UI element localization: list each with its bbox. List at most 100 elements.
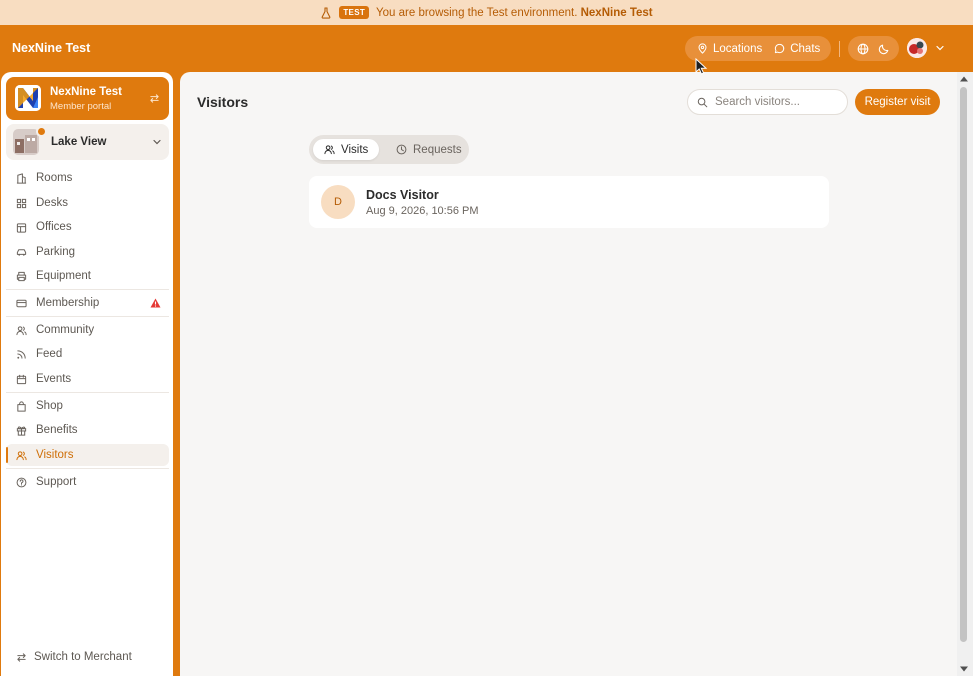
- location-photo-icon: [13, 129, 39, 155]
- sidebar-item-label: Shop: [36, 400, 63, 412]
- scroll-up-arrow-icon[interactable]: [959, 75, 969, 83]
- calendar-icon: [16, 374, 27, 384]
- building-icon: [16, 172, 27, 184]
- chats-button[interactable]: Chats: [772, 43, 822, 55]
- topbar-icon-group: [848, 36, 899, 61]
- grid-icon: [16, 198, 27, 208]
- sidebar-item-membership[interactable]: Membership: [6, 292, 169, 314]
- sidebar-item-shop[interactable]: Shop: [6, 395, 169, 417]
- flask-icon: [321, 6, 331, 19]
- visit-card[interactable]: D Docs Visitor Aug 9, 2026, 10:56 PM: [309, 176, 829, 228]
- org-card[interactable]: NexNine Test Member portal: [6, 77, 169, 120]
- switch-arrows-icon: [17, 652, 26, 662]
- sidebar-item-rooms[interactable]: Rooms: [6, 167, 169, 189]
- org-name: NexNine Test: [50, 86, 123, 98]
- rss-icon: [17, 349, 26, 359]
- sidebar-item-label: Support: [36, 476, 77, 488]
- location-selector[interactable]: Lake View: [6, 124, 169, 160]
- sidebar-item-label: Community: [36, 324, 95, 336]
- visitors-icon: [324, 145, 335, 155]
- sidebar-item-parking[interactable]: Parking: [6, 241, 169, 263]
- visitor-avatar: D: [321, 185, 355, 219]
- sidebar-item-label: Visitors: [36, 449, 74, 461]
- sidebar-item-label: Membership: [36, 297, 100, 309]
- mouse-cursor-icon: [695, 58, 708, 75]
- sidebar-item-label: Desks: [36, 197, 68, 209]
- main-content: Visitors Register visit Visits Requests …: [180, 72, 968, 676]
- sidebar: NexNine Test Member portal Lake View Roo…: [1, 72, 173, 676]
- brand-name[interactable]: NexNine Test: [12, 41, 90, 55]
- avatar[interactable]: [907, 38, 927, 58]
- tab-requests[interactable]: Requests: [385, 139, 473, 160]
- location-name: Lake View: [51, 136, 107, 148]
- sidebar-item-visitors[interactable]: Visitors: [6, 444, 169, 466]
- sidebar-item-label: Equipment: [36, 270, 91, 282]
- sidebar-divider: [6, 392, 169, 393]
- register-visit-button[interactable]: Register visit: [855, 89, 940, 115]
- tab-label: Requests: [413, 143, 462, 156]
- tab-label: Visits: [341, 143, 369, 156]
- bag-icon: [17, 400, 26, 412]
- sidebar-divider: [6, 289, 169, 290]
- banner-message: You are browsing the Test environment. N…: [376, 6, 653, 19]
- sidebar-item-label: Offices: [36, 221, 72, 233]
- sidebar-item-label: Rooms: [36, 172, 73, 184]
- sidebar-item-benefits[interactable]: Benefits: [6, 419, 169, 441]
- chevron-down-icon: [153, 139, 161, 145]
- clock-icon: [396, 144, 407, 155]
- test-environment-banner: TEST You are browsing the Test environme…: [0, 0, 973, 25]
- chat-bubble-icon: [775, 43, 785, 54]
- help-icon: [16, 477, 27, 487]
- locations-button[interactable]: Locations: [695, 43, 764, 55]
- visitor-tabs: Visits Requests: [309, 135, 469, 164]
- topbar-divider: [839, 41, 840, 57]
- sidebar-item-support[interactable]: Support: [6, 471, 169, 493]
- switch-to-merchant-label: Switch to Merchant: [34, 651, 132, 663]
- test-badge: TEST: [339, 6, 370, 19]
- printer-icon: [16, 271, 27, 281]
- car-icon: [16, 248, 27, 256]
- sidebar-item-label: Feed: [36, 348, 63, 360]
- gift-icon: [16, 425, 27, 436]
- globe-icon[interactable]: [857, 43, 869, 55]
- top-bar: NexNine Test Locations Chats: [0, 25, 973, 72]
- map-pin-icon: [698, 43, 707, 54]
- location-status-dot: [36, 126, 47, 137]
- search-box[interactable]: [687, 89, 848, 115]
- org-logo: [15, 85, 41, 111]
- tab-visits[interactable]: Visits: [313, 139, 380, 160]
- offices-icon: [16, 222, 27, 233]
- org-subtitle: Member portal: [50, 101, 112, 112]
- card-icon: [16, 299, 27, 307]
- sidebar-item-events[interactable]: Events: [6, 368, 169, 390]
- scroll-down-arrow-icon[interactable]: [959, 665, 969, 673]
- sidebar-item-label: Parking: [36, 246, 75, 258]
- sidebar-item-label: Events: [36, 373, 72, 385]
- avatar-image: [907, 38, 927, 58]
- sidebar-item-label: Benefits: [36, 424, 78, 436]
- sidebar-item-offices[interactable]: Offices: [6, 216, 169, 238]
- sidebar-item-community[interactable]: Community: [6, 319, 169, 341]
- sidebar-divider: [6, 316, 169, 317]
- chevron-down-icon: [936, 45, 944, 51]
- sidebar-item-feed[interactable]: Feed: [6, 343, 169, 365]
- users-icon: [16, 325, 27, 335]
- sidebar-divider: [6, 468, 169, 469]
- visitors-icon: [16, 450, 27, 460]
- warning-icon: [150, 298, 161, 308]
- scrollbar[interactable]: [957, 72, 973, 676]
- user-menu[interactable]: [907, 38, 945, 58]
- visitor-name: Docs Visitor: [366, 188, 439, 202]
- search-input[interactable]: [715, 96, 840, 108]
- switch-arrows-icon[interactable]: [149, 93, 160, 104]
- chats-label: Chats: [790, 42, 821, 55]
- banner-environment-name: NexNine Test: [580, 6, 653, 19]
- sidebar-item-equipment[interactable]: Equipment: [6, 265, 169, 287]
- switch-to-merchant-link[interactable]: Switch to Merchant: [16, 651, 132, 663]
- sidebar-item-desks[interactable]: Desks: [6, 192, 169, 214]
- location-thumbnail: [13, 129, 39, 155]
- page-title: Visitors: [197, 94, 249, 110]
- nexnine-logo-icon: [15, 85, 41, 111]
- moon-icon[interactable]: [878, 43, 890, 55]
- scrollbar-thumb[interactable]: [960, 87, 967, 642]
